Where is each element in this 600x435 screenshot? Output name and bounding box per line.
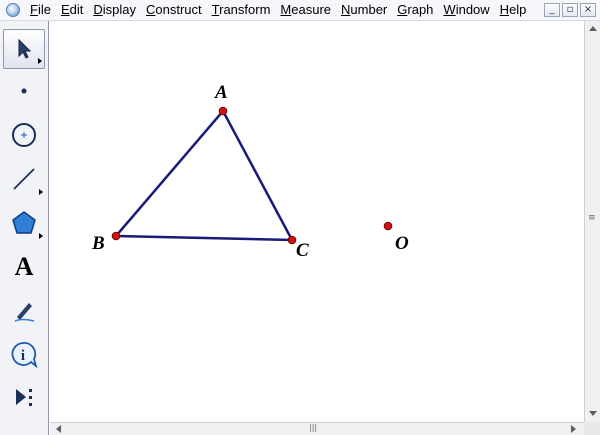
information-icon: i <box>11 342 38 369</box>
menu-construct[interactable]: Construct <box>141 0 207 20</box>
menu-help-label: elp <box>509 2 527 17</box>
point-c-label[interactable]: C <box>296 241 309 260</box>
segment-ac[interactable] <box>221 110 294 241</box>
straightedge-icon <box>13 168 35 190</box>
polygon-tool[interactable] <box>3 203 45 243</box>
menu-display[interactable]: Display <box>88 0 141 20</box>
menu-graph-label: raph <box>407 2 434 17</box>
polygon-tool-more-indicator <box>39 233 43 239</box>
menu-graph-mnemonic: G <box>397 2 408 17</box>
point-o-label[interactable]: O <box>395 234 409 253</box>
arrow-tool-more-indicator <box>38 58 42 64</box>
menu-bar: File Edit Display Construct Transform Me… <box>0 0 600 21</box>
menu-number-mnemonic: N <box>341 2 351 17</box>
segment-ab[interactable] <box>115 110 224 237</box>
menu-measure-mnemonic: M <box>280 2 292 17</box>
text-icon: A <box>14 252 34 281</box>
scroll-down-arrow-icon[interactable] <box>589 411 597 416</box>
menu-number-label: umber <box>350 2 388 17</box>
menu-transform-label: ransform <box>219 2 271 17</box>
minimize-button[interactable]: _ <box>544 3 560 17</box>
menu-construct-mnemonic: C <box>146 2 156 17</box>
scroll-left-arrow-icon[interactable] <box>56 425 61 433</box>
straightedge-tool[interactable] <box>3 159 45 199</box>
menu-measure-label: easure <box>291 2 332 17</box>
toolbox: A i <box>0 21 49 435</box>
menu-construct-label: onstruct <box>155 2 202 17</box>
point-b[interactable] <box>111 231 121 241</box>
menu-file[interactable]: File <box>25 0 56 20</box>
marker-icon <box>14 303 35 322</box>
menu-measure[interactable]: Measure <box>275 0 336 20</box>
menu-help[interactable]: Help <box>495 0 532 20</box>
sketch-drawing <box>111 106 393 245</box>
sketch-canvas[interactable]: A B C O <box>50 21 584 422</box>
custom-tools[interactable] <box>3 377 45 417</box>
arrow-select-icon <box>18 38 32 59</box>
scroll-up-arrow-icon[interactable] <box>589 26 597 31</box>
horizontal-scroll-grip-icon[interactable]: ||| <box>309 424 317 432</box>
point-c[interactable] <box>287 235 297 245</box>
point-b-label[interactable]: B <box>92 234 105 253</box>
text-tool[interactable]: A <box>3 247 45 287</box>
segment-bc[interactable] <box>115 234 293 242</box>
menu-transform-mnemonic: T <box>211 2 220 17</box>
menu-file-label: ile <box>37 2 51 17</box>
horizontal-scrollbar[interactable]: ||| <box>50 422 584 435</box>
window-controls: _ ▫ × <box>544 3 596 17</box>
menu-display-mnemonic: D <box>93 2 103 17</box>
compass-circle-icon <box>12 123 36 147</box>
straightedge-tool-more-indicator <box>39 189 43 195</box>
point-a-label[interactable]: A <box>215 83 228 102</box>
point-o[interactable] <box>383 221 393 231</box>
point-tool[interactable] <box>3 71 45 111</box>
scroll-right-arrow-icon[interactable] <box>571 425 576 433</box>
scrollbar-corner <box>584 422 600 435</box>
sketchpad-app-icon[interactable] <box>6 3 20 17</box>
menu-window-label: indow <box>455 2 490 17</box>
menu-edit-mnemonic: E <box>60 2 70 17</box>
point-a[interactable] <box>218 106 228 116</box>
menu-edit-label: dit <box>69 2 84 17</box>
custom-tools-icon <box>16 389 32 406</box>
menu-window[interactable]: Window <box>438 0 494 20</box>
vertical-scroll-grip-icon[interactable]: ≡ <box>588 214 596 223</box>
arrow-tool[interactable] <box>3 29 45 69</box>
menu-graph[interactable]: Graph <box>392 0 438 20</box>
marker-tool[interactable] <box>3 291 45 331</box>
vertical-scrollbar[interactable]: ≡ <box>584 21 600 422</box>
close-button[interactable]: × <box>580 3 596 17</box>
menu-number[interactable]: Number <box>336 0 392 20</box>
menu-transform[interactable]: Transform <box>207 0 276 20</box>
restore-button[interactable]: ▫ <box>562 3 578 17</box>
menu-window-mnemonic: W <box>443 2 456 17</box>
polygon-icon <box>12 211 36 234</box>
menu-help-mnemonic: H <box>499 2 510 17</box>
point-icon <box>21 88 27 94</box>
compass-tool[interactable] <box>3 115 45 155</box>
information-glyph: i <box>21 348 25 364</box>
information-tool[interactable]: i <box>3 335 45 375</box>
menu-file-mnemonic: F <box>30 2 38 17</box>
menu-display-label: isplay <box>102 2 137 17</box>
menu-edit[interactable]: Edit <box>56 0 88 20</box>
